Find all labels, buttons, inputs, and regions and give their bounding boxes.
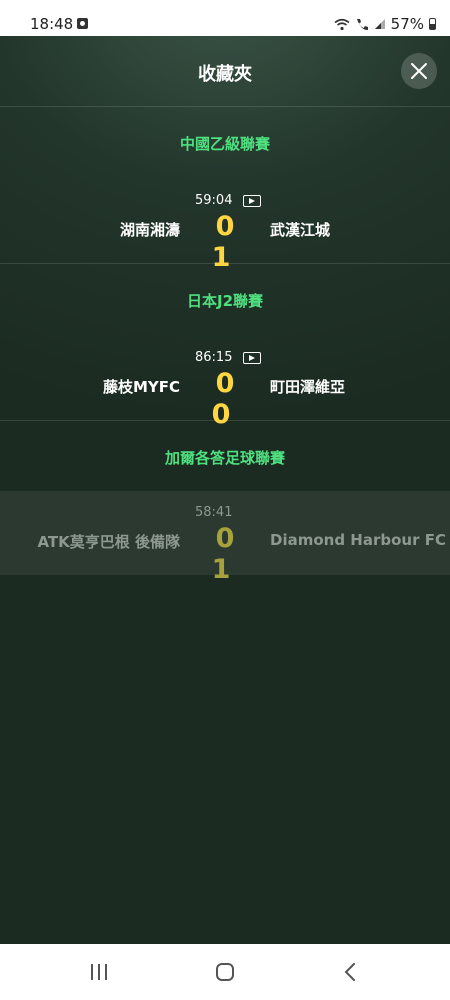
video-icon[interactable] bbox=[243, 352, 261, 364]
battery-icon bbox=[429, 18, 436, 30]
screen-record-icon bbox=[77, 18, 88, 29]
match-row[interactable]: 86:15 藤枝MYFC 0 0 町田澤維亞 bbox=[0, 336, 450, 430]
match-row[interactable]: 58:41 ATK莫亨巴根 後備隊 0 1 Diamond Harbour FC bbox=[0, 491, 450, 585]
league-section: 中國乙級聯賽 59:04 湖南湘濤 0 1 武漢江城 bbox=[0, 107, 450, 273]
wifi-icon bbox=[334, 18, 350, 30]
battery-percentage: 57% bbox=[390, 15, 424, 33]
away-team: 武漢江城 bbox=[270, 221, 331, 239]
screen: 18:48 57% 收藏夾 中國乙級聯賽 59:04 湖南湘濤 0 1 武漢江城… bbox=[0, 0, 450, 1000]
home-team: ATK莫亨巴根 後備隊 bbox=[37, 533, 180, 551]
match-clock: 59:04 bbox=[195, 193, 233, 208]
match-clock: 58:41 bbox=[195, 505, 233, 520]
league-section: 日本J2聯賽 86:15 藤枝MYFC 0 0 町田澤維亞 bbox=[0, 264, 450, 430]
status-right: 57% bbox=[334, 15, 436, 33]
call-icon bbox=[356, 18, 368, 30]
status-time: 18:48 bbox=[30, 15, 74, 33]
back-icon[interactable] bbox=[344, 963, 356, 981]
away-team: 町田澤維亞 bbox=[270, 378, 346, 396]
match-score: 0 1 bbox=[211, 523, 243, 585]
system-nav-bar bbox=[0, 944, 450, 1000]
signal-icon bbox=[374, 19, 385, 29]
league-name: 中國乙級聯賽 bbox=[179, 135, 270, 153]
league-name: 加爾各答足球聯賽 bbox=[164, 449, 285, 467]
league-name: 日本J2聯賽 bbox=[186, 292, 264, 310]
home-icon[interactable] bbox=[216, 963, 234, 981]
home-team: 藤枝MYFC bbox=[102, 378, 180, 396]
close-icon bbox=[411, 63, 427, 79]
panel-header: 收藏夾 bbox=[0, 36, 450, 107]
favorites-panel: 收藏夾 中國乙級聯賽 59:04 湖南湘濤 0 1 武漢江城 日本J2聯賽 86… bbox=[0, 36, 450, 944]
home-team: 湖南湘濤 bbox=[119, 221, 180, 239]
status-bar: 18:48 57% bbox=[0, 0, 450, 36]
video-icon[interactable] bbox=[243, 195, 261, 207]
away-team: Diamond Harbour FC bbox=[270, 531, 446, 549]
match-clock: 86:15 bbox=[195, 350, 233, 365]
page-title: 收藏夾 bbox=[198, 64, 252, 85]
recents-icon[interactable] bbox=[89, 963, 109, 981]
league-section: 加爾各答足球聯賽 58:41 ATK莫亨巴根 後備隊 0 1 Diamond H… bbox=[0, 421, 450, 585]
close-button[interactable] bbox=[401, 53, 437, 89]
match-row[interactable]: 59:04 湖南湘濤 0 1 武漢江城 bbox=[0, 179, 450, 273]
